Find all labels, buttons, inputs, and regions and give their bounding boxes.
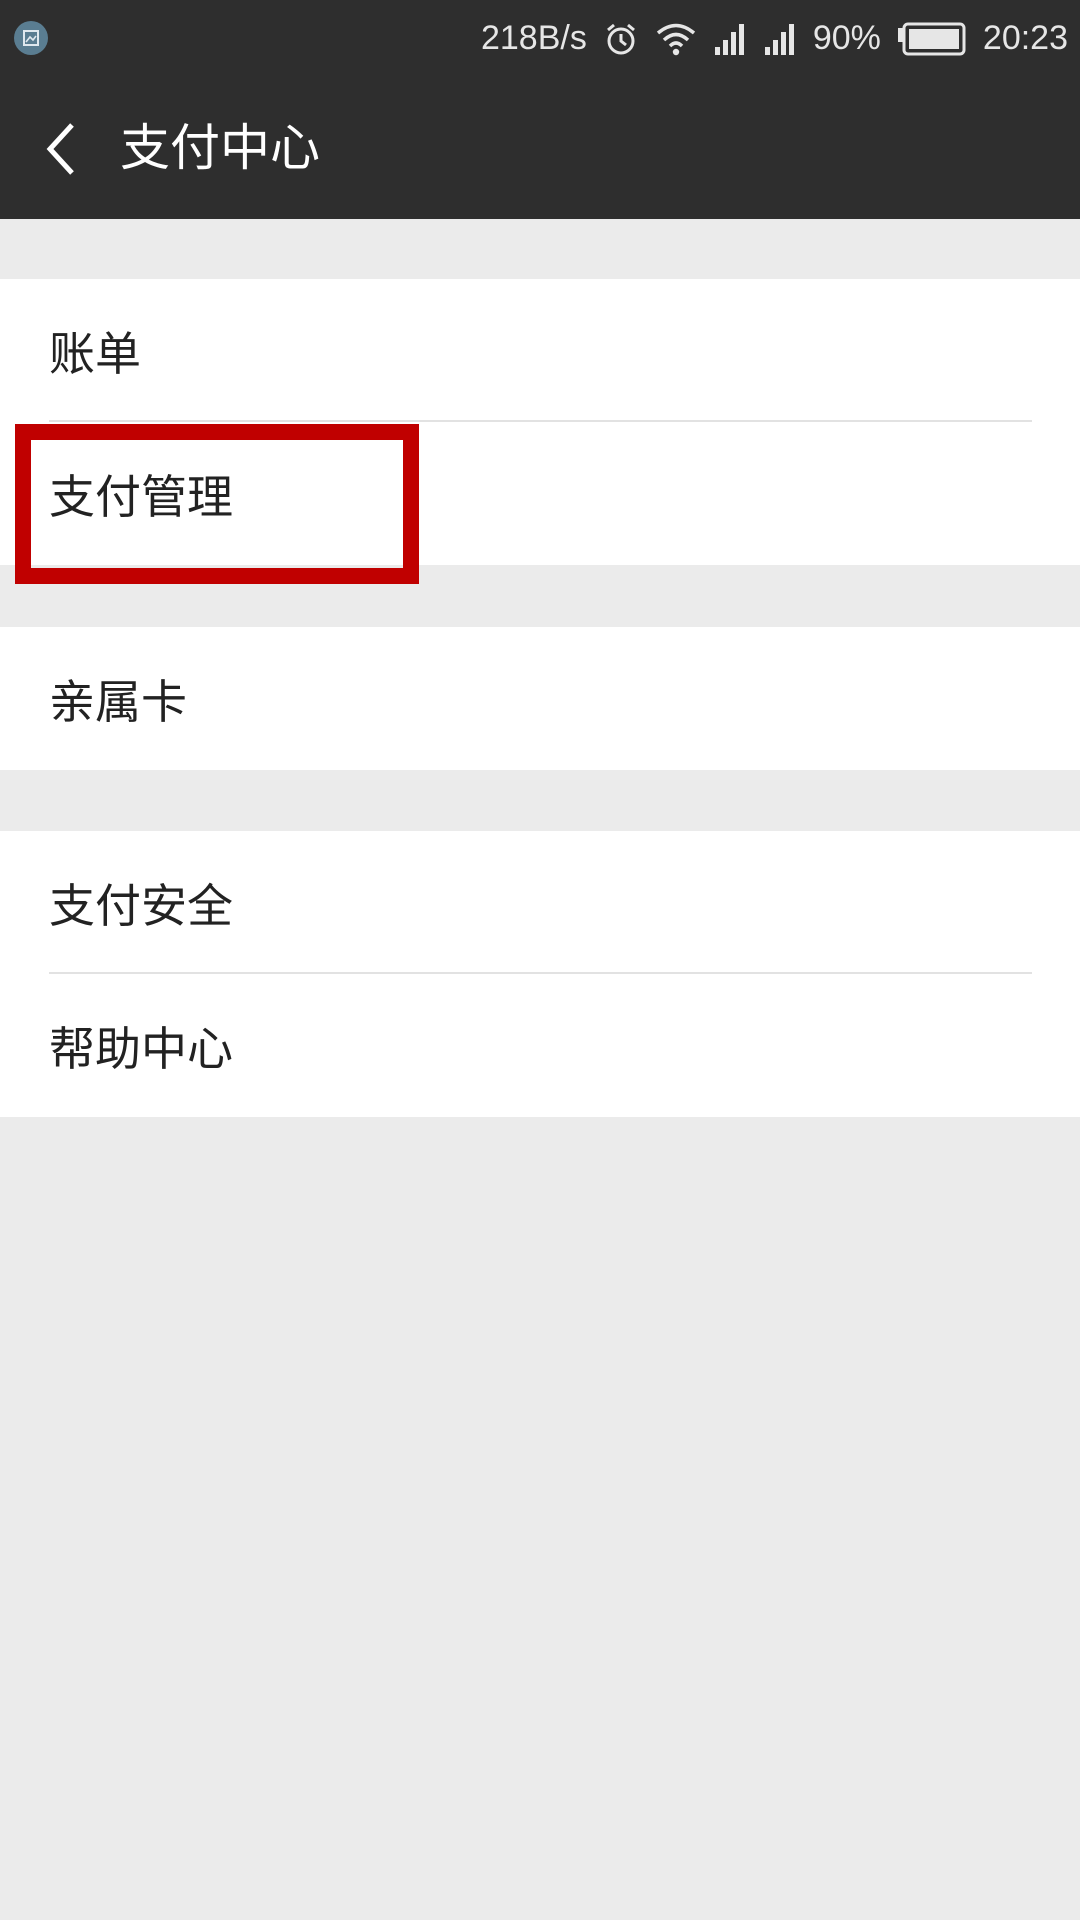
menu-item-label: 账单 xyxy=(49,326,141,381)
screenshot-icon xyxy=(14,21,48,55)
menu-group-2: 亲属卡 xyxy=(0,627,1080,770)
toolbar: 支付中心 xyxy=(0,77,1080,219)
chevron-left-icon xyxy=(46,123,74,175)
status-bar: 218B/s 90% 20:23 xyxy=(0,0,1080,77)
menu-item-label: 亲属卡 xyxy=(49,674,187,729)
clock-time: 20:23 xyxy=(982,19,1068,57)
battery-icon xyxy=(897,21,967,57)
signal-icon xyxy=(713,21,747,57)
menu-item-bill[interactable]: 账单 xyxy=(0,279,1080,422)
menu-group-3: 支付安全 帮助中心 xyxy=(0,831,1080,1117)
wifi-icon xyxy=(655,21,697,57)
page-title: 支付中心 xyxy=(120,119,320,177)
battery-percent: 90% xyxy=(812,19,881,57)
status-right: 218B/s 90% 20:23 xyxy=(481,0,1068,77)
net-speed: 218B/s xyxy=(480,19,587,57)
menu-item-help-center[interactable]: 帮助中心 xyxy=(0,974,1080,1117)
back-button[interactable] xyxy=(22,109,102,189)
menu-item-label: 支付安全 xyxy=(49,878,233,933)
menu-item-payment-management[interactable]: 支付管理 xyxy=(0,422,1080,565)
signal-icon-2 xyxy=(763,21,797,57)
menu-item-payment-security[interactable]: 支付安全 xyxy=(0,831,1080,974)
alarm-icon xyxy=(603,21,639,57)
menu-item-family-card[interactable]: 亲属卡 xyxy=(0,627,1080,770)
menu-item-label: 帮助中心 xyxy=(49,1021,233,1076)
menu-group-1: 账单 支付管理 xyxy=(0,279,1080,565)
menu-item-label: 支付管理 xyxy=(49,469,233,524)
